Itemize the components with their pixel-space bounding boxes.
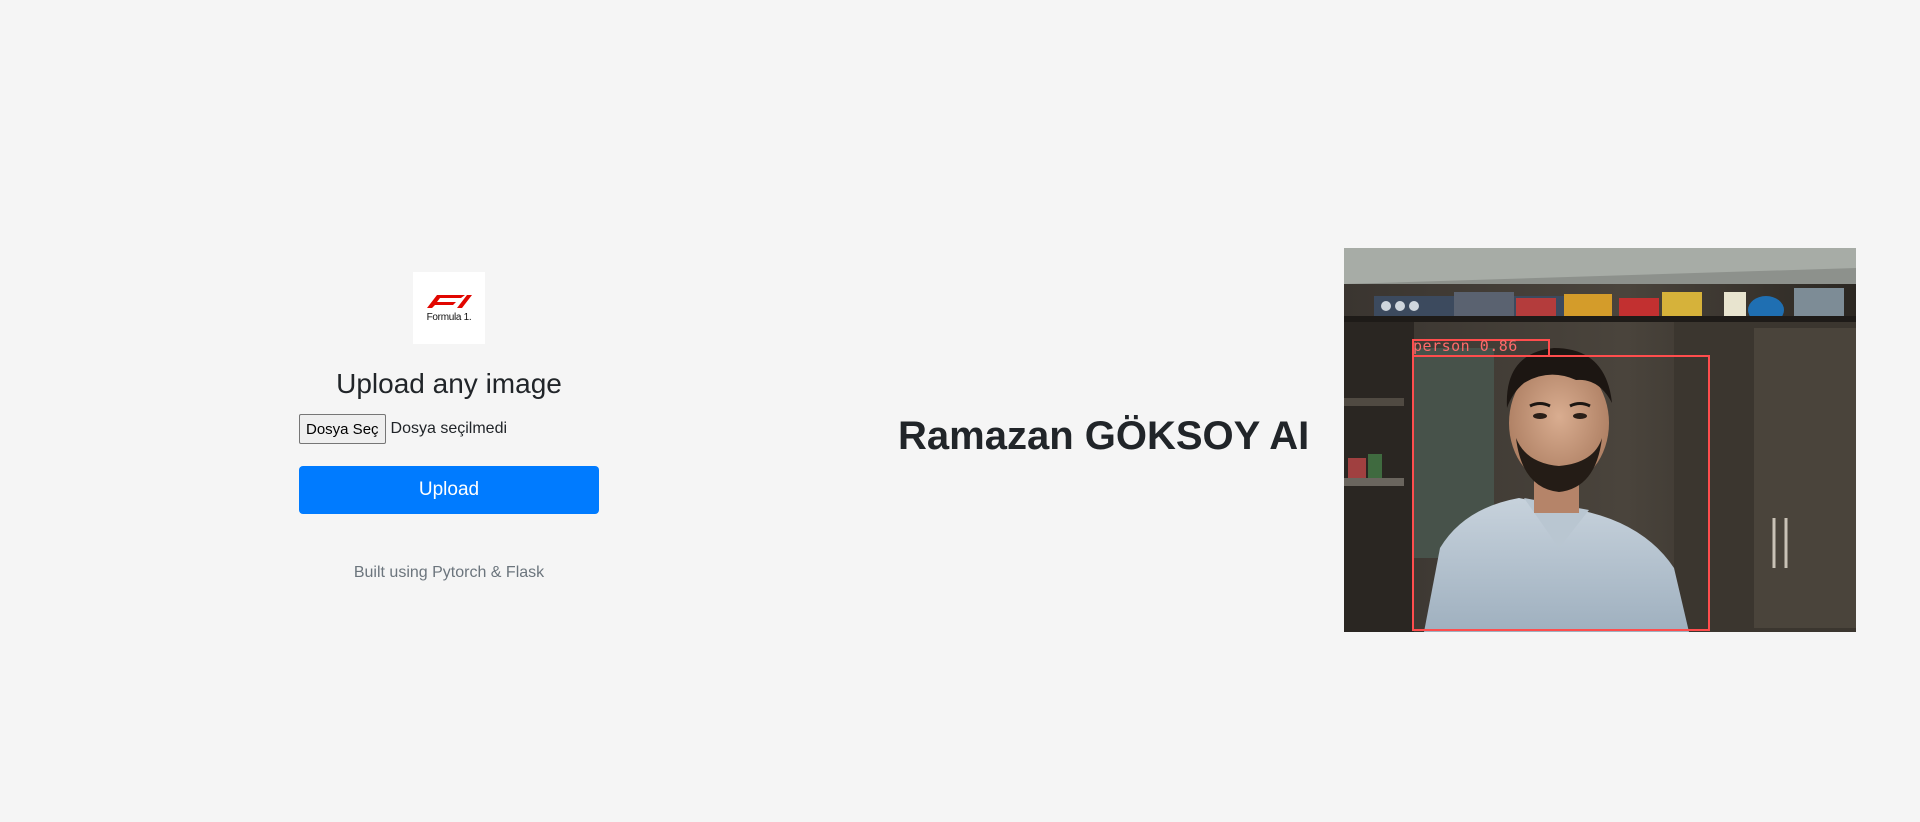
formula1-logo: Formula 1. — [413, 272, 485, 344]
upload-heading: Upload any image — [336, 368, 562, 399]
file-input[interactable]: Dosya Seç Dosya seçilmedi — [299, 414, 599, 444]
footer-note: Built using Pytorch & Flask — [353, 564, 545, 581]
result-image: person 0.86 — [1344, 248, 1856, 632]
choose-file-button[interactable]: Dosya Seç — [299, 414, 386, 444]
upload-panel: Formula 1. Upload any image Dosya Seç Do… — [299, 272, 599, 582]
upload-button[interactable]: Upload — [299, 466, 599, 514]
logo-text: Formula 1. — [426, 312, 472, 323]
page: Formula 1. Upload any image Dosya Seç Do… — [0, 0, 1920, 822]
detection-photo — [1344, 248, 1856, 632]
file-status-text: Dosya seçilmedi — [390, 420, 508, 437]
detection-label: person 0.86 — [1413, 337, 1518, 355]
page-title: Ramazan GÖKSOY AI — [898, 414, 1310, 458]
f1-mark-icon — [427, 295, 472, 308]
